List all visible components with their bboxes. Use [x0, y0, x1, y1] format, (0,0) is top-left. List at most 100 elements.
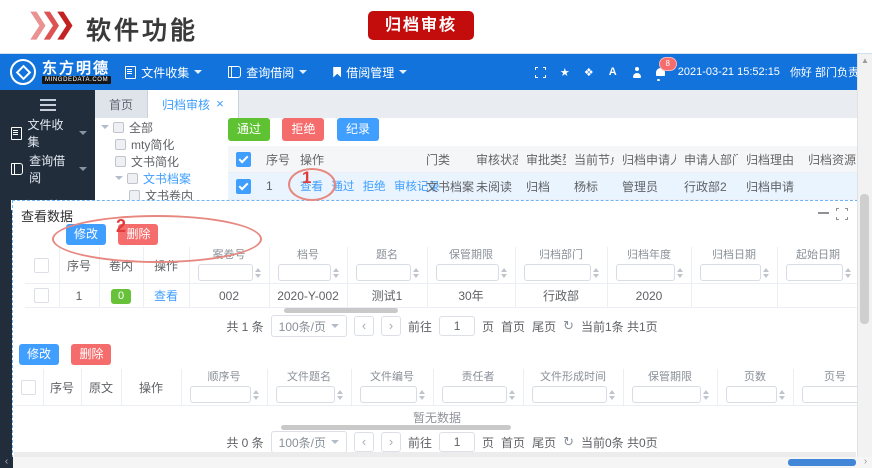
filter-input-baoguan[interactable] — [436, 264, 499, 281]
page-size-select[interactable]: 100条/页 — [271, 315, 347, 337]
user-icon[interactable] — [630, 65, 644, 79]
scroll-up-icon[interactable]: ▲ — [861, 56, 869, 65]
sort-caret-icon[interactable] — [677, 265, 683, 281]
sort-caret-icon[interactable] — [413, 265, 419, 281]
view-link[interactable]: 查看 — [300, 181, 323, 193]
sort-caret-icon[interactable] — [763, 265, 769, 281]
modify-button[interactable]: 修改 — [19, 344, 59, 365]
refresh-icon[interactable]: ↻ — [563, 318, 574, 334]
filter-input-shunxuhao[interactable] — [190, 386, 251, 403]
tree-checkbox[interactable] — [129, 190, 140, 201]
review-table-row[interactable]: 1 查看 通过 拒绝 审核记录 文书档案 未阅读 归档 杨标 管理员 行政部2 … — [228, 173, 858, 200]
nav-item-borrow-manage[interactable]: 借阅管理 — [333, 64, 407, 81]
sidebar-item-file-collect[interactable]: 文件收集 — [0, 115, 95, 151]
filter-input-timing[interactable] — [356, 264, 411, 281]
filter-input-yehao[interactable] — [802, 386, 859, 403]
inner-count-badge[interactable]: 0 — [111, 289, 131, 304]
brand-logo[interactable]: 东方明德 MINGDEDATA.COM — [0, 59, 111, 85]
filter-input-guidang-riqi[interactable] — [700, 264, 761, 281]
expand-icon[interactable] — [836, 208, 848, 220]
sort-caret-icon[interactable] — [253, 387, 259, 403]
filter-input-baoguan-qixian[interactable] — [632, 386, 701, 403]
star-icon[interactable]: ★ — [558, 65, 572, 79]
close-icon[interactable]: × — [216, 99, 224, 109]
filter-input-xingcheng-shijian[interactable] — [532, 386, 607, 403]
delete-button[interactable]: 删除 — [118, 224, 158, 245]
last-page-link[interactable]: 尾页 — [532, 318, 556, 335]
sort-caret-icon[interactable] — [333, 265, 339, 281]
sort-caret-icon[interactable] — [501, 265, 507, 281]
sort-caret-icon[interactable] — [845, 265, 851, 281]
fullscreen-icon[interactable] — [534, 65, 548, 79]
vertical-scrollbar-thumb[interactable] — [860, 194, 869, 324]
filter-input-zerenzhe[interactable] — [442, 386, 507, 403]
shield-icon[interactable]: ❖ — [582, 65, 596, 79]
page-size-select[interactable]: 100条/页 — [271, 431, 347, 453]
tab-archive-review[interactable]: 归档审核 × — [148, 90, 239, 118]
sort-caret-icon[interactable] — [779, 387, 785, 403]
tree-checkbox[interactable] — [115, 156, 126, 167]
page-number-input[interactable] — [439, 432, 475, 452]
hamburger-icon[interactable] — [40, 99, 56, 111]
prev-page-button[interactable]: ‹ — [354, 432, 374, 452]
nav-item-file-collect[interactable]: 文件收集 — [125, 64, 202, 81]
sort-caret-icon[interactable] — [593, 265, 599, 281]
font-size-icon[interactable]: A — [606, 65, 620, 79]
select-all-checkbox[interactable] — [34, 258, 49, 273]
sort-caret-icon[interactable] — [419, 387, 425, 403]
delete-button[interactable]: 删除 — [71, 344, 111, 365]
filter-input-wenjian-timing[interactable] — [276, 386, 335, 403]
tree-checkbox[interactable] — [127, 173, 138, 184]
sort-caret-icon[interactable] — [509, 387, 515, 403]
filter-input-niandu[interactable] — [616, 264, 675, 281]
select-all-checkbox[interactable] — [236, 152, 251, 167]
record-button[interactable]: 纪录 — [337, 118, 379, 141]
refresh-icon[interactable]: ↻ — [563, 434, 574, 450]
filter-input-danghao[interactable] — [278, 264, 331, 281]
approve-link[interactable]: 通过 — [331, 181, 354, 193]
approve-button[interactable]: 通过 — [228, 118, 270, 141]
filter-input-bumen[interactable] — [524, 264, 591, 281]
tree-checkbox[interactable] — [115, 139, 126, 150]
next-page-button[interactable]: › — [381, 316, 401, 336]
first-page-link[interactable]: 首页 — [501, 318, 525, 335]
prev-page-button[interactable]: ‹ — [354, 316, 374, 336]
tree-node-wenshu-jianhua[interactable]: 文书简化 — [101, 153, 229, 169]
horizontal-scrollbar-thumb[interactable] — [284, 308, 398, 313]
scroll-left-icon[interactable]: ‹ — [0, 457, 13, 468]
sort-caret-icon[interactable] — [703, 387, 709, 403]
tree-checkbox[interactable] — [113, 122, 124, 133]
first-page-link[interactable]: 首页 — [501, 434, 525, 451]
nav-item-query-borrow[interactable]: 查询借阅 — [228, 64, 307, 81]
sidebar-item-query-borrow[interactable]: 查询借阅 — [0, 151, 95, 187]
view-link[interactable]: 查看 — [154, 289, 178, 303]
row-checkbox[interactable] — [34, 288, 49, 303]
filter-input-wenjian-bianhao[interactable] — [360, 386, 417, 403]
filter-input-anjuanhao[interactable] — [198, 264, 253, 281]
horizontal-scrollbar-thumb[interactable] — [788, 459, 856, 466]
filter-input-yeshu[interactable] — [726, 386, 777, 403]
caret-down-icon[interactable] — [101, 125, 109, 133]
vertical-scrollbar[interactable]: ▲ — [857, 54, 872, 468]
reject-button[interactable]: 拒绝 — [282, 118, 324, 141]
minimize-icon[interactable] — [818, 212, 829, 214]
caret-down-icon[interactable] — [115, 176, 123, 184]
tree-node-all[interactable]: 全部 — [101, 119, 229, 135]
bell-icon[interactable]: 8 — [654, 65, 668, 79]
select-all-checkbox[interactable] — [21, 380, 36, 395]
last-page-link[interactable]: 尾页 — [532, 434, 556, 451]
tab-home[interactable]: 首页 — [95, 90, 148, 118]
sort-caret-icon[interactable] — [337, 387, 343, 403]
tree-node-wenshu-dangan[interactable]: 文书档案 — [101, 170, 229, 186]
modify-button[interactable]: 修改 — [66, 224, 106, 245]
filter-input-qishi-riqi[interactable] — [786, 264, 843, 281]
horizontal-scrollbar-thumb[interactable] — [281, 425, 511, 430]
sort-caret-icon[interactable] — [255, 265, 261, 281]
reject-link[interactable]: 拒绝 — [363, 181, 386, 193]
tree-node-mty[interactable]: mty简化 — [101, 136, 229, 152]
horizontal-scrollbar[interactable]: ‹ › — [0, 457, 872, 468]
row-checkbox[interactable] — [236, 179, 251, 194]
page-number-input[interactable] — [439, 316, 475, 336]
next-page-button[interactable]: › — [381, 432, 401, 452]
scroll-right-icon[interactable]: › — [859, 457, 872, 468]
